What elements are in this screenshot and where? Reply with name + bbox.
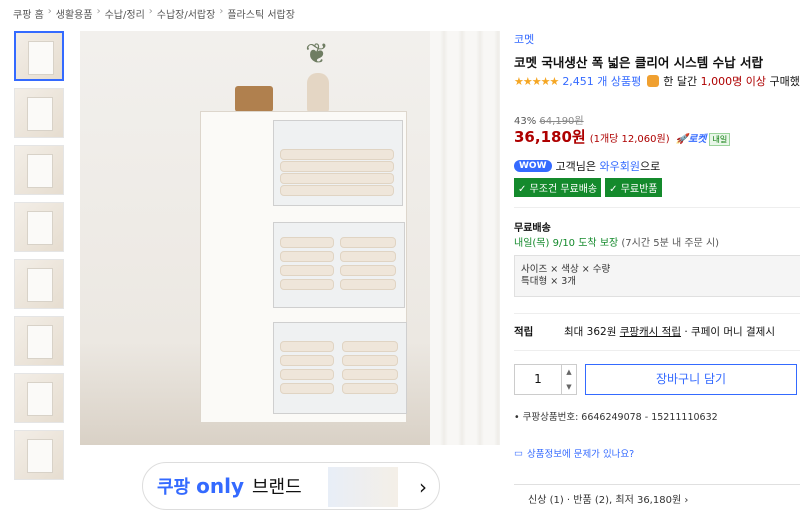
wow-post: 으로 bbox=[639, 160, 661, 173]
other-sellers-tab[interactable]: 신상 (1) · 반품 (2), 최저 36,180원 › bbox=[514, 484, 800, 506]
option-line1: 사이즈 × 색상 × 수량 bbox=[521, 264, 611, 275]
rocket-delivery-badge: 🚀로켓 bbox=[675, 134, 707, 145]
curtain bbox=[430, 31, 500, 445]
banner-logo: 쿠팡 bbox=[157, 477, 191, 498]
vase bbox=[307, 73, 329, 113]
divider bbox=[514, 313, 800, 314]
shipping-date: 내일(목) 9/10 bbox=[514, 238, 576, 249]
report-text[interactable]: 상품정보에 문제가 있나요? bbox=[527, 446, 634, 460]
naeil-badge: 내일 bbox=[709, 133, 731, 146]
reward-max: 최대 362원 bbox=[564, 326, 617, 338]
star-rating-icon[interactable]: ★★★★★ bbox=[514, 75, 559, 88]
drawer-cabinet bbox=[200, 111, 407, 423]
thumbnail-5[interactable] bbox=[14, 259, 64, 309]
coupang-only-banner[interactable]: 쿠팡 only 브랜드 › bbox=[142, 462, 440, 510]
reward-label: 적립 bbox=[514, 326, 534, 338]
breadcrumb: 쿠팡 홈 › 생활용품 › 수납/정리 › 수납장/서랍장 › 플라스틱 서랍장 bbox=[13, 6, 295, 21]
chevron-up-icon[interactable]: ▲ bbox=[562, 365, 576, 380]
price-row: 36,180원 (1개당 12,060원) 🚀로켓 내일 bbox=[514, 126, 731, 147]
chevron-down-icon[interactable]: ▼ bbox=[562, 380, 576, 395]
thumbnail-2[interactable] bbox=[14, 88, 64, 138]
shopping-bag-icon bbox=[647, 75, 660, 87]
thumbnail-8[interactable] bbox=[14, 430, 64, 480]
coupang-cash-link[interactable]: 쿠팡캐시 적립 bbox=[620, 324, 681, 339]
breadcrumb-living[interactable]: 생활용품 bbox=[56, 6, 93, 21]
breadcrumb-storage[interactable]: 수납/정리 bbox=[105, 6, 145, 21]
banner-text: 브랜드 bbox=[252, 477, 302, 498]
monthly-post: 구매했 bbox=[769, 75, 800, 88]
product-title: 코멧 국내생산 폭 넓은 클리어 시스템 수납 서랍 bbox=[514, 55, 763, 70]
option-selector[interactable]: 사이즈 × 색상 × 수량 특대형 × 3개 bbox=[514, 255, 800, 297]
thumbnail-7[interactable] bbox=[14, 373, 64, 423]
breadcrumb-home[interactable]: 쿠팡 홈 bbox=[13, 6, 44, 21]
original-price-row: 43% 64,190원 bbox=[514, 112, 584, 127]
thumbnail-3[interactable] bbox=[14, 145, 64, 195]
reward-rest: · 쿠페이 머니 결제시 bbox=[684, 326, 775, 338]
free-shipping-chip: ✓ 무조건 무료배송 bbox=[514, 178, 602, 197]
divider bbox=[514, 350, 800, 351]
unit-price: (1개당 12,060원) bbox=[589, 134, 670, 145]
drawer-middle bbox=[273, 222, 405, 308]
chevron-right-icon[interactable]: › bbox=[419, 475, 427, 499]
drawer-top bbox=[273, 120, 403, 206]
reward-row: 적립 최대 362원 쿠팡캐시 적립 · 쿠페이 머니 결제시 bbox=[514, 324, 775, 339]
shipping-guarantee: 도착 보장 bbox=[578, 238, 619, 249]
shipping-date-row: 내일(목) 9/10 도착 보장 (7시간 5분 내 주문 시) bbox=[514, 234, 719, 249]
rating-row: ★★★★★ 2,451 개 상품평 한 달간 1,000명 이상 구매했 bbox=[514, 73, 800, 89]
brand-link[interactable]: 코멧 bbox=[514, 31, 534, 47]
shipping-title: 무료배송 bbox=[514, 223, 551, 234]
shipping-note: (7시간 5분 내 주문 시) bbox=[621, 238, 720, 249]
free-return-chip: ✓ 무료반품 bbox=[605, 178, 662, 197]
add-to-cart-button[interactable]: 장바구니 담기 bbox=[585, 364, 797, 395]
thumbnail-list bbox=[14, 31, 68, 487]
review-count-link[interactable]: 2,451 개 상품평 bbox=[562, 73, 641, 89]
quantity-input[interactable]: 1 bbox=[515, 365, 561, 394]
wow-badge: WOW bbox=[514, 160, 552, 172]
chat-icon: ▭ bbox=[514, 447, 523, 459]
benefit-chips: ✓ 무조건 무료배송 ✓ 무료반품 bbox=[514, 178, 662, 197]
breadcrumb-cabinet[interactable]: 수납장/서랍장 bbox=[157, 6, 216, 21]
plant: ❦ bbox=[305, 37, 329, 70]
divider bbox=[514, 207, 800, 208]
report-link[interactable]: ▭ 상품정보에 문제가 있나요? bbox=[514, 446, 634, 461]
product-main-image[interactable]: ❦ bbox=[80, 31, 500, 445]
drawer-bottom bbox=[273, 322, 407, 414]
monthly-pre: 한 달간 bbox=[663, 75, 698, 88]
sale-price: 36,180원 bbox=[514, 128, 586, 146]
basket bbox=[235, 86, 273, 112]
wow-member-link[interactable]: 와우회원 bbox=[600, 158, 640, 174]
quantity-stepper[interactable]: 1 ▲ ▼ bbox=[514, 364, 577, 395]
wow-pre: 고객님은 bbox=[555, 160, 596, 173]
monthly-count: 1,000명 이상 bbox=[700, 75, 766, 88]
banner-only: only bbox=[196, 474, 244, 498]
product-id: • 쿠팡상품번호: 6646249078 - 15211110632 bbox=[514, 412, 718, 423]
option-line2: 특대형 × 3개 bbox=[521, 276, 577, 287]
thumbnail-1[interactable] bbox=[14, 31, 64, 81]
breadcrumb-plastic[interactable]: 플라스틱 서랍장 bbox=[227, 6, 295, 21]
wow-line: WOW 고객님은 와우회원 으로 bbox=[514, 158, 660, 174]
thumbnail-4[interactable] bbox=[14, 202, 64, 252]
thumbnail-6[interactable] bbox=[14, 316, 64, 366]
banner-product-image bbox=[328, 467, 398, 507]
